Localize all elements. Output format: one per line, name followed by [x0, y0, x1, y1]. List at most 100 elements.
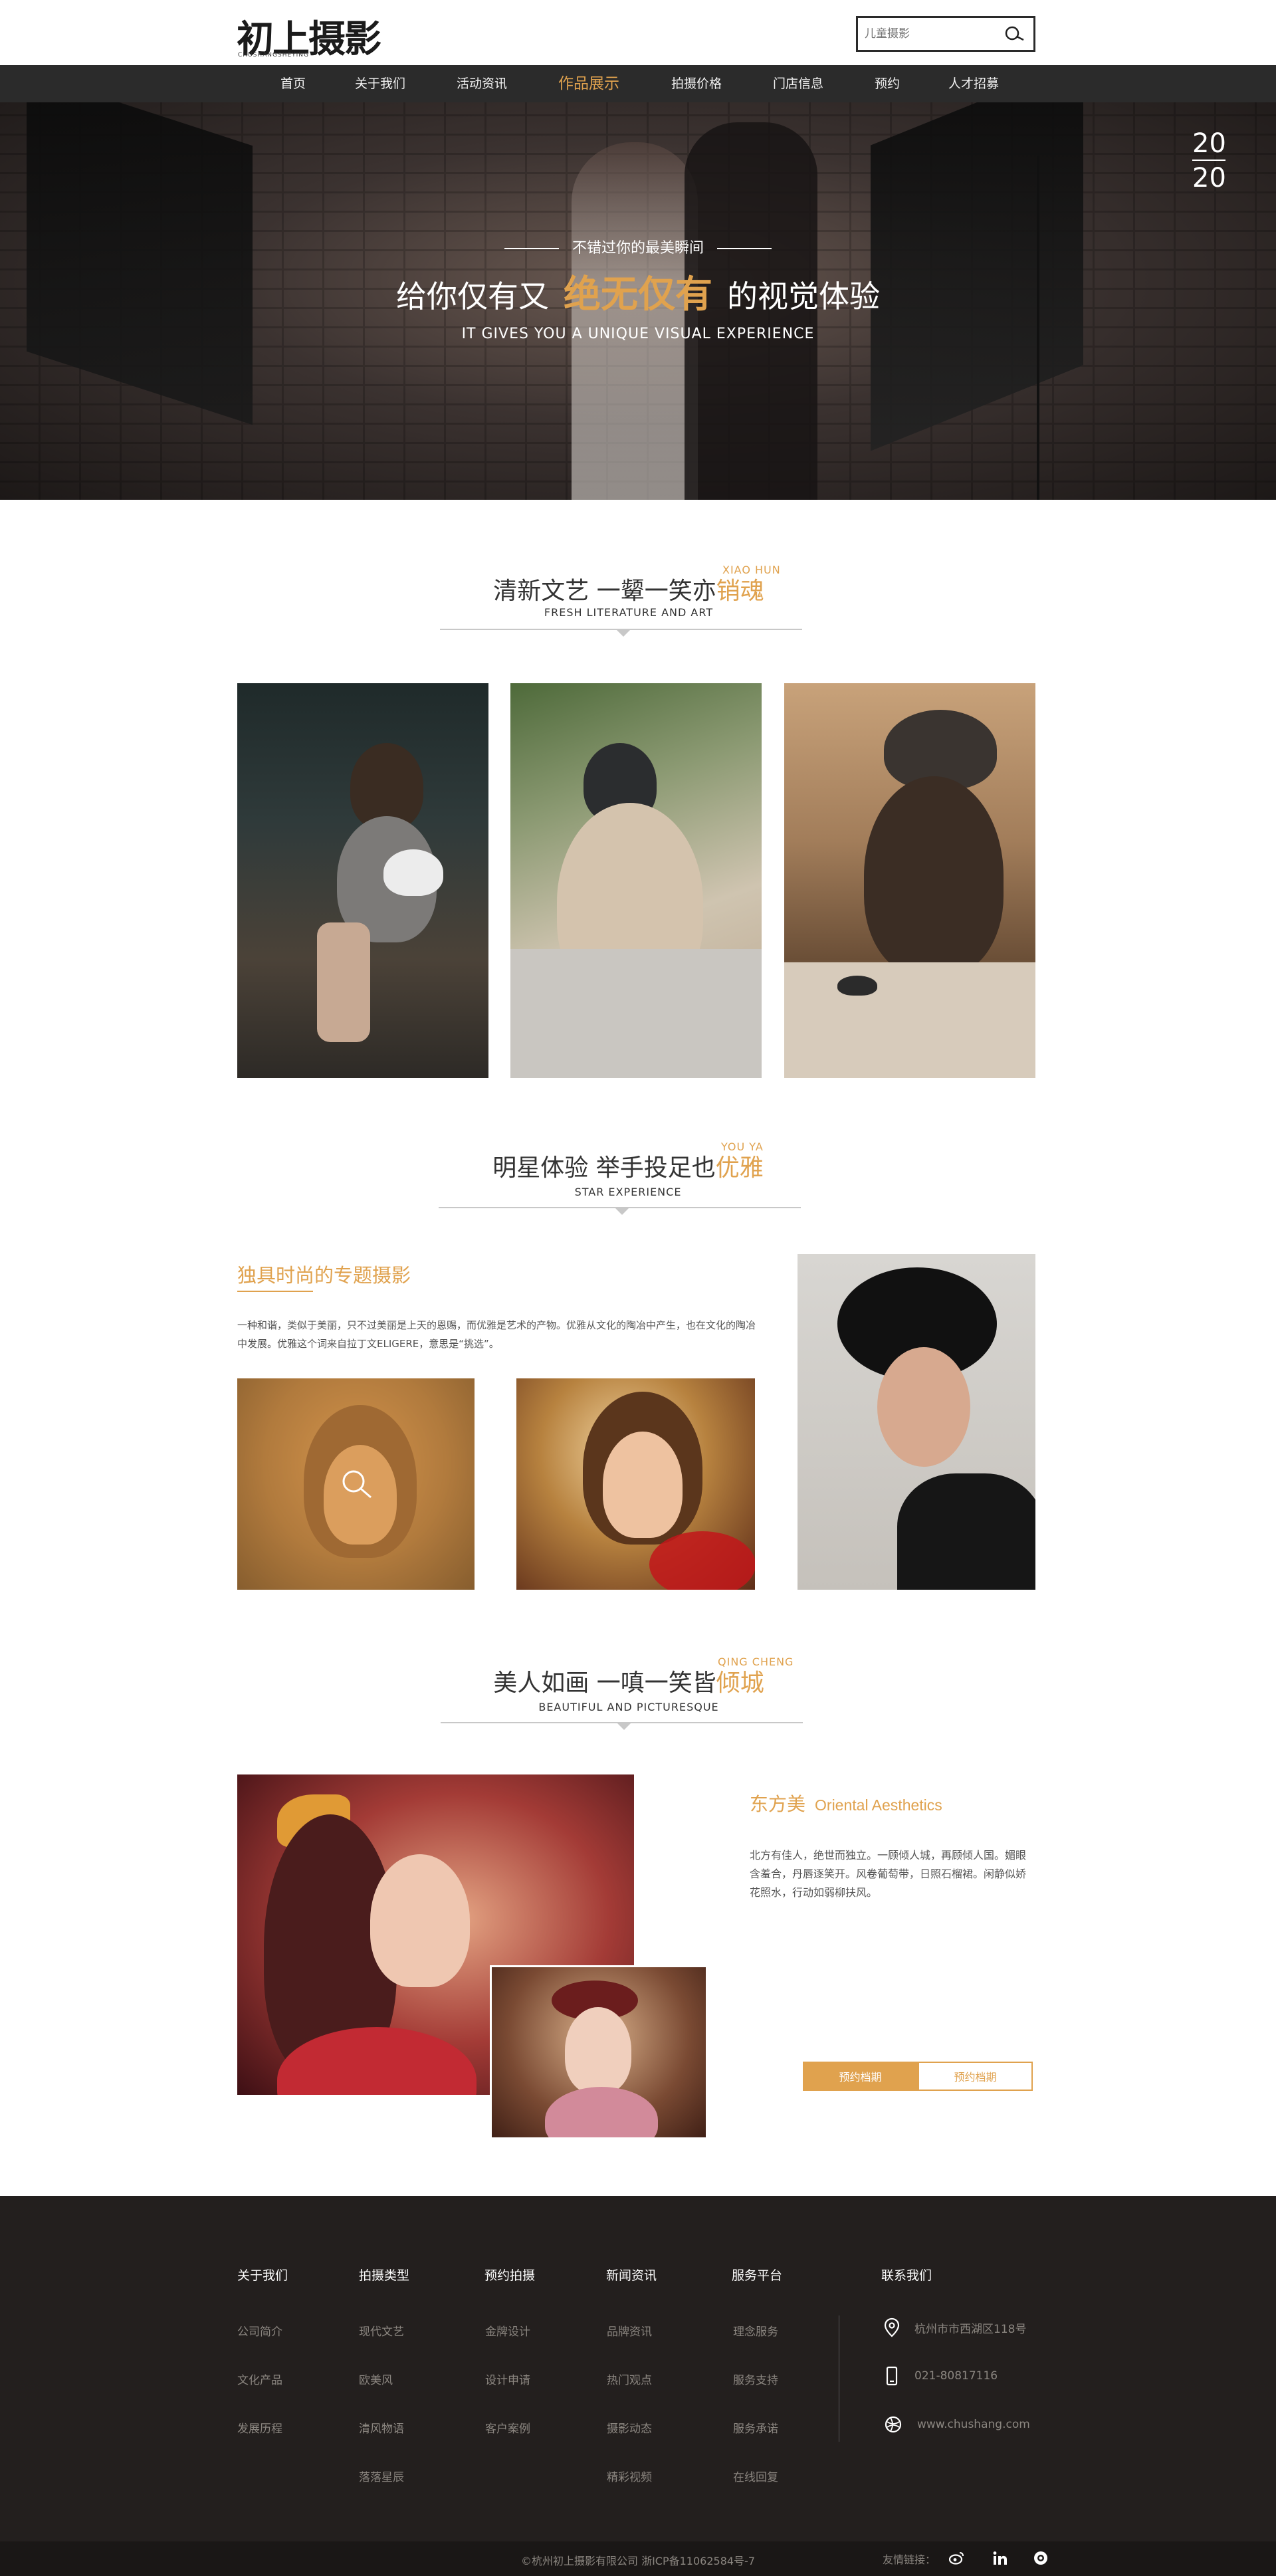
logo[interactable]: 初上摄影 CHUSHANGSHEYING: [237, 9, 381, 63]
nav-item-home[interactable]: 首页: [280, 65, 306, 102]
section3-subheading-cn: 东方美: [750, 1793, 806, 1815]
section1-photo-1[interactable]: [237, 683, 488, 1078]
hero-year-top: 20: [1192, 128, 1226, 159]
nav-item-news[interactable]: 活动资讯: [457, 65, 507, 102]
nav-item-about[interactable]: 关于我们: [355, 65, 405, 102]
section1-english: FRESH LITERATURE AND ART: [544, 606, 714, 619]
footer-link[interactable]: 落落星辰: [359, 2468, 404, 2484]
footer: 关于我们 公司简介 文化产品 发展历程 拍摄类型 现代文艺 欧美风 清风物语 落…: [0, 2196, 1276, 2541]
hero-year-divider: [1192, 160, 1225, 161]
phone-icon: [886, 2366, 898, 2386]
globe-icon: [885, 2416, 902, 2433]
search-icon[interactable]: [998, 19, 1031, 49]
footer-phone: 021-80817116: [884, 2366, 998, 2386]
footer-address-text: 杭州市市西湖区118号: [914, 2322, 1027, 2336]
footer-website-text[interactable]: www.chushang.com: [917, 2418, 1030, 2431]
footer-link[interactable]: 品牌资讯: [607, 2322, 652, 2339]
photo8-face: [565, 2007, 631, 2093]
footer-col-types-title: 拍摄类型: [359, 2268, 410, 2283]
hero-banner: 20 20 不错过你的最美瞬间 给你仅有又 绝无仅有 的视觉体验 IT GIVES …: [0, 102, 1276, 500]
nav-item-booking[interactable]: 预约: [875, 65, 900, 102]
hero-subtitle-text: 不错过你的最美瞬间: [572, 240, 704, 257]
photo5-face: [603, 1432, 683, 1538]
section2-photo-3[interactable]: [798, 1254, 1035, 1590]
footer-link[interactable]: 客户案例: [485, 2419, 530, 2436]
footer-link[interactable]: 金牌设计: [485, 2322, 530, 2339]
book-schedule-button[interactable]: 预约档期: [803, 2062, 918, 2091]
nav-item-recruit[interactable]: 人才招募: [948, 65, 999, 102]
section1-heading-highlight: 销魂: [716, 578, 764, 605]
footer-phone-text: 021-80817116: [914, 2369, 998, 2383]
section3-heading-highlight: 倾城: [716, 1669, 764, 1697]
section2-english: STAR EXPERIENCE: [574, 1186, 682, 1198]
hero-subtitle-dash-right: [717, 248, 772, 249]
photo1-cat: [383, 849, 443, 896]
weibo-icon[interactable]: [949, 2550, 965, 2566]
zoom-icon[interactable]: [340, 1468, 375, 1500]
footer-col-booking-title: 预约拍摄: [484, 2268, 536, 2283]
section3-english: BEAUTIFUL AND PICTURESQUE: [538, 1701, 719, 1713]
footer-col-about-title: 关于我们: [237, 2268, 288, 2283]
footer-link[interactable]: 欧美风: [359, 2371, 393, 2387]
photo3-hair: [864, 776, 1004, 976]
nav-item-prices[interactable]: 拍摄价格: [671, 65, 722, 102]
header: 初上摄影 CHUSHANGSHEYING: [0, 0, 1276, 65]
hero-title-post: 的视觉体验: [727, 278, 880, 314]
section2-heading: 明星体验 举手投足也优雅: [429, 1148, 827, 1183]
photo1-legs: [317, 922, 370, 1042]
hero-year-bottom: 20: [1192, 163, 1226, 193]
photo5-flowers: [649, 1531, 755, 1590]
photo3-table: [784, 962, 1035, 1078]
footer-link[interactable]: 服务支持: [733, 2371, 778, 2387]
friends-links-label: 友情链接：: [883, 2553, 936, 2566]
hero-title: 给你仅有又 绝无仅有 的视觉体验: [0, 265, 1276, 318]
footer-link[interactable]: 发展历程: [237, 2419, 282, 2436]
section2-arrow: [614, 1207, 630, 1215]
hero-subtitle-dash-left: [504, 248, 559, 249]
linkedin-icon[interactable]: [992, 2550, 1008, 2566]
section1-photo-2[interactable]: [510, 683, 762, 1078]
footer-address: 杭州市市西湖区118号: [884, 2317, 1026, 2337]
footer-link[interactable]: 精彩视频: [607, 2468, 652, 2484]
footer-contact-title: 联系我们: [881, 2268, 932, 2283]
footer-link[interactable]: 服务承诺: [733, 2419, 778, 2436]
hero-bride-figure: [572, 142, 698, 500]
nav-item-works[interactable]: 作品展示: [558, 65, 619, 102]
section1-heading: 清新文艺 一颦一笑亦销魂: [429, 572, 828, 606]
photo3-cup: [837, 976, 877, 996]
section1-photo-3[interactable]: [784, 683, 1035, 1078]
footer-link[interactable]: 现代文艺: [359, 2322, 404, 2339]
section2-title: YOU YA 明星体验 举手投足也优雅 STAR EXPERIENCE: [439, 1135, 837, 1215]
nav-item-stores[interactable]: 门店信息: [773, 65, 823, 102]
footer-link[interactable]: 理念服务: [733, 2322, 778, 2339]
settings-icon[interactable]: [1033, 2550, 1049, 2566]
section3-photo-2[interactable]: [490, 1965, 708, 2139]
section2-subheading: 独具时尚的专题摄影: [237, 1264, 411, 1287]
section3-heading-text: 美人如画 一嗔一笑皆: [493, 1669, 716, 1697]
section2-subheading-underline: [237, 1291, 313, 1292]
section1-heading-text: 清新文艺 一颦一笑亦: [493, 578, 716, 605]
section2-photo-2[interactable]: [516, 1378, 755, 1590]
footer-link[interactable]: 文化产品: [237, 2371, 282, 2387]
footer-link[interactable]: 清风物语: [359, 2419, 404, 2436]
section2-description: 一种和谐，类似于美丽，只不过美丽是上天的恩赐，而优雅是艺术的产物。优雅从文化的陶…: [237, 1319, 756, 1350]
search-box: [856, 16, 1035, 52]
photo2-sofa: [510, 949, 762, 1078]
footer-link[interactable]: 公司简介: [237, 2322, 282, 2339]
search-input[interactable]: [858, 19, 998, 49]
section3-description: 北方有佳人，绝世而独立。一顾倾人城，再顾倾人国。媚眼含羞合，丹唇逐笑开。风卷葡萄…: [750, 1849, 1027, 1899]
section1-title: XIAO HUN 清新文艺 一颦一笑亦销魂 FRESH LITERATURE A…: [439, 558, 837, 638]
photo6-face: [877, 1347, 970, 1467]
hero-title-highlight: 绝无仅有: [564, 273, 712, 316]
footer-col-news-title: 新闻资讯: [606, 2268, 657, 2283]
section3-heading: 美人如画 一嗔一笑皆倾城: [429, 1664, 828, 1698]
footer-link[interactable]: 热门观点: [607, 2371, 652, 2387]
book-schedule-outline-button[interactable]: 预约档期: [918, 2062, 1033, 2091]
footer-link[interactable]: 摄影动态: [607, 2419, 652, 2436]
section2-photo-1[interactable]: [237, 1378, 475, 1590]
footer-link[interactable]: 在线回复: [733, 2468, 778, 2484]
location-icon: [884, 2317, 900, 2337]
logo-subtitle: CHUSHANGSHEYING: [238, 52, 310, 58]
section3-subheading: 东方美 Oriental Aesthetics: [750, 1790, 942, 1816]
footer-link[interactable]: 设计申请: [485, 2371, 530, 2387]
